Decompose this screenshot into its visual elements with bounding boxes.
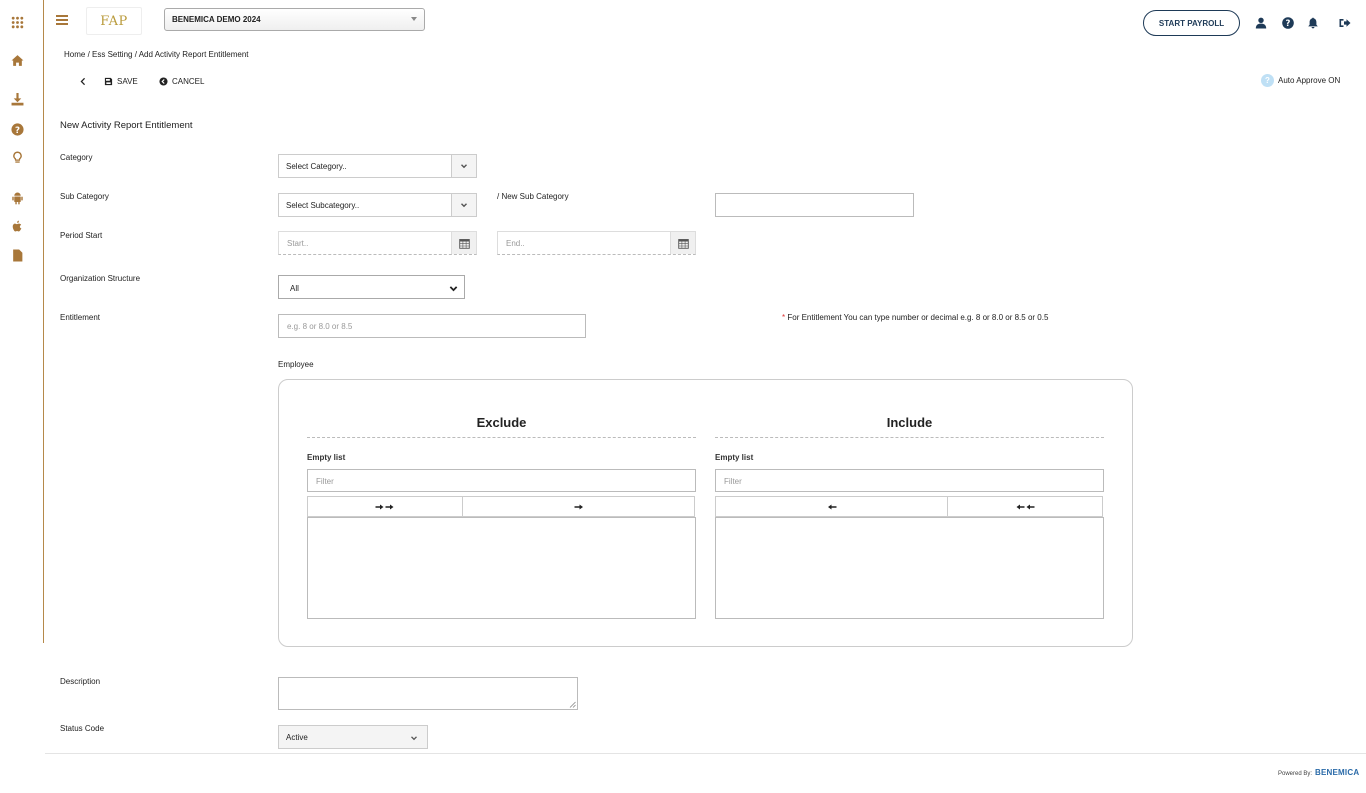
end-placeholder: End.. bbox=[506, 239, 525, 248]
apple-icon[interactable] bbox=[9, 218, 25, 234]
bell-icon[interactable] bbox=[1306, 16, 1320, 30]
powered-by-label: Powered By: bbox=[1278, 771, 1313, 777]
info-icon: ? bbox=[1261, 74, 1274, 87]
apps-grid-icon[interactable] bbox=[9, 14, 25, 30]
organization-structure-select[interactable]: All bbox=[278, 275, 465, 299]
category-select-value: Select Category.. bbox=[286, 162, 347, 171]
chevron-left-icon bbox=[80, 77, 86, 86]
auto-approve-status: ? Auto Approve ON bbox=[1261, 74, 1340, 87]
double-arrow-right-icon bbox=[375, 504, 394, 509]
exclude-divider bbox=[307, 437, 696, 438]
period-end-input[interactable]: End.. bbox=[497, 231, 696, 255]
calendar-icon[interactable] bbox=[670, 232, 695, 254]
auto-approve-label: Auto Approve ON bbox=[1278, 76, 1341, 85]
company-select-value: BENEMICA DEMO 2024 bbox=[172, 15, 261, 24]
menu-toggle-icon[interactable] bbox=[56, 15, 68, 25]
exclude-title: Exclude bbox=[476, 415, 527, 430]
save-icon bbox=[104, 77, 113, 86]
employee-label: Employee bbox=[278, 360, 314, 369]
status-code-value: Active bbox=[286, 733, 308, 742]
status-code-label: Status Code bbox=[60, 724, 105, 733]
company-select[interactable]: BENEMICA DEMO 2024 bbox=[164, 8, 425, 31]
save-button[interactable]: SAVE bbox=[104, 77, 138, 86]
exclude-empty-text: Empty list bbox=[307, 453, 346, 462]
logout-icon[interactable] bbox=[1338, 16, 1352, 30]
arrow-right-icon bbox=[574, 504, 583, 509]
form-title: New Activity Report Entitlement bbox=[60, 120, 193, 131]
calendar-icon[interactable] bbox=[451, 232, 476, 254]
subcategory-label: Sub Category bbox=[60, 192, 109, 201]
chevron-down-icon bbox=[449, 286, 458, 292]
include-filter-placeholder: Filter bbox=[724, 477, 742, 486]
include-divider bbox=[715, 437, 1104, 438]
help-circle-icon[interactable]: ? bbox=[9, 121, 25, 137]
start-payroll-button[interactable]: START PAYROLL bbox=[1143, 10, 1240, 36]
brand-logo-text: BENEMICA bbox=[1315, 768, 1360, 777]
period-start-label: Period Start bbox=[60, 231, 103, 240]
subcategory-select[interactable]: Select Subcategory.. bbox=[278, 193, 477, 217]
arrow-left-icon bbox=[827, 504, 836, 509]
chevron-down-icon[interactable] bbox=[451, 155, 476, 177]
double-arrow-left-icon bbox=[1016, 504, 1035, 509]
breadcrumb: Home / Ess Setting / Add Activity Report… bbox=[64, 50, 249, 59]
status-code-select[interactable]: Active bbox=[278, 725, 428, 749]
organization-structure-value: All bbox=[290, 284, 299, 293]
footer-divider bbox=[45, 753, 1366, 754]
description-label: Description bbox=[60, 677, 101, 686]
period-start-input[interactable]: Start.. bbox=[278, 231, 477, 255]
logo-text: FAP bbox=[100, 13, 128, 29]
lightbulb-icon[interactable] bbox=[9, 149, 25, 165]
save-label: SAVE bbox=[117, 77, 138, 86]
cancel-label: CANCEL bbox=[172, 77, 205, 86]
powered-by: Powered By: BENEMICA bbox=[1278, 768, 1359, 777]
company-logo: FAP bbox=[86, 7, 142, 35]
required-star: * bbox=[782, 313, 786, 322]
start-placeholder: Start.. bbox=[287, 239, 309, 248]
resize-grip-icon[interactable] bbox=[569, 701, 576, 708]
chevron-down-icon[interactable] bbox=[451, 194, 476, 216]
description-textarea[interactable] bbox=[278, 677, 578, 710]
new-subcategory-input[interactable] bbox=[715, 193, 914, 217]
home-icon[interactable] bbox=[9, 52, 25, 68]
exclude-filter-placeholder: Filter bbox=[316, 477, 334, 486]
back-button[interactable] bbox=[78, 77, 87, 86]
category-select[interactable]: Select Category.. bbox=[278, 154, 477, 178]
exclude-list[interactable] bbox=[307, 517, 696, 619]
include-title: Include bbox=[886, 415, 933, 430]
entitlement-placeholder: e.g. 8 or 8.0 or 8.5 bbox=[287, 322, 353, 331]
organization-structure-label: Organization Structure bbox=[60, 274, 141, 283]
include-empty-text: Empty list bbox=[715, 453, 754, 462]
new-subcategory-label: / New Sub Category bbox=[497, 192, 569, 201]
user-icon[interactable] bbox=[1254, 16, 1268, 30]
entitlement-hint: * For Entitlement You can type number or… bbox=[782, 313, 1048, 322]
exclude-filter-input[interactable]: Filter bbox=[307, 469, 696, 492]
move-right-button[interactable] bbox=[462, 496, 695, 517]
left-rail: ? bbox=[0, 0, 44, 643]
svg-text:?: ? bbox=[14, 125, 19, 135]
move-all-left-button[interactable] bbox=[947, 496, 1103, 517]
chevron-down-icon bbox=[411, 736, 417, 741]
category-label: Category bbox=[60, 153, 93, 162]
svg-text:?: ? bbox=[1286, 19, 1291, 29]
include-filter-input[interactable]: Filter bbox=[715, 469, 1104, 492]
help-icon[interactable]: ? bbox=[1281, 16, 1295, 30]
include-list[interactable] bbox=[715, 517, 1104, 619]
chevron-down-icon bbox=[411, 17, 417, 21]
document-icon[interactable] bbox=[9, 247, 25, 263]
download-icon[interactable] bbox=[9, 91, 25, 107]
android-icon[interactable] bbox=[9, 190, 25, 206]
cancel-circle-icon bbox=[159, 77, 168, 86]
cancel-button[interactable]: CANCEL bbox=[159, 77, 204, 86]
move-all-right-button[interactable] bbox=[307, 496, 463, 517]
entitlement-input[interactable]: e.g. 8 or 8.0 or 8.5 bbox=[278, 314, 586, 338]
entitlement-label: Entitlement bbox=[60, 313, 101, 322]
entitlement-hint-text: For Entitlement You can type number or d… bbox=[787, 313, 1049, 322]
move-left-button[interactable] bbox=[715, 496, 948, 517]
subcategory-select-value: Select Subcategory.. bbox=[286, 201, 360, 210]
